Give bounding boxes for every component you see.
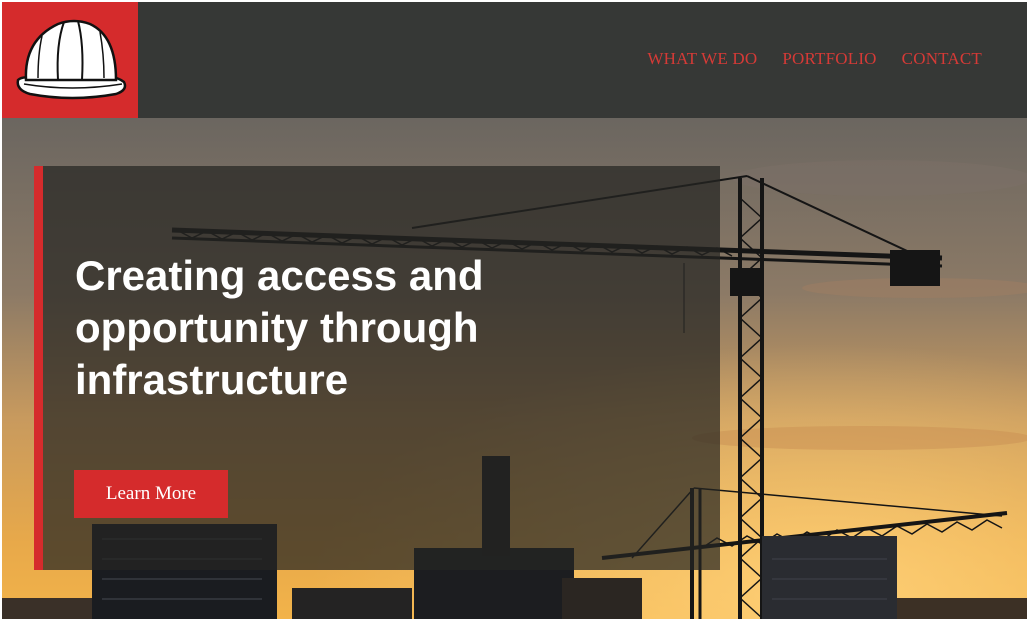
hero-headline: Creating access and opportunity through … [75, 252, 484, 403]
page-frame: WHAT WE DO PORTFOLIO CONTACT Creating ac… [2, 2, 1027, 619]
hard-hat-icon [16, 19, 127, 100]
nav-link-what-we-do[interactable]: WHAT WE DO [647, 49, 757, 69]
nav-link-portfolio[interactable]: PORTFOLIO [782, 49, 876, 69]
logo[interactable] [2, 2, 138, 118]
learn-more-button[interactable]: Learn More [74, 470, 228, 518]
main-nav: WHAT WE DO PORTFOLIO CONTACT [647, 49, 982, 69]
hero-overlay-panel: Creating access and opportunity through … [34, 166, 720, 570]
hero-section: Creating access and opportunity through … [2, 118, 1027, 619]
site-header: WHAT WE DO PORTFOLIO CONTACT [2, 2, 1027, 118]
nav-link-contact[interactable]: CONTACT [902, 49, 982, 69]
